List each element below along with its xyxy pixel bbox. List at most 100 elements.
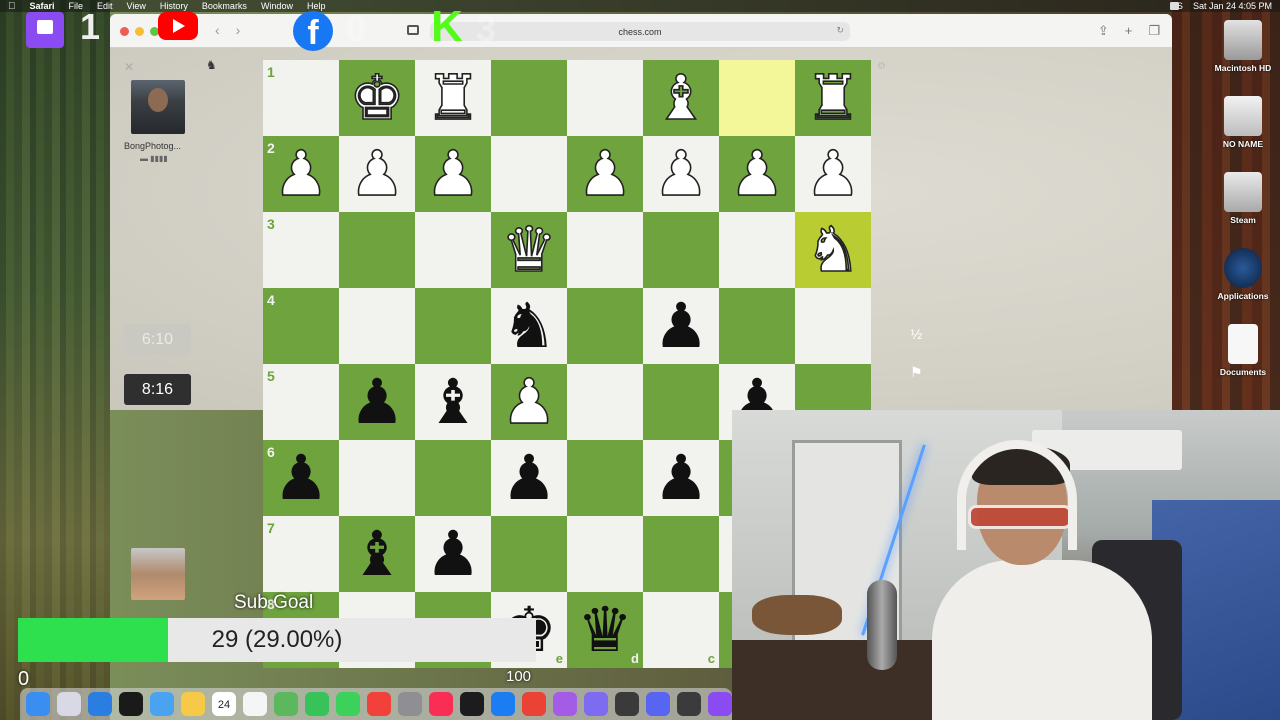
player-avatar[interactable]	[131, 548, 185, 600]
launchpad-icon[interactable]	[57, 692, 81, 716]
square-r2c2[interactable]: ♟	[339, 136, 415, 212]
square-r4c7[interactable]	[719, 288, 795, 364]
white-queen-icon[interactable]: ♛	[500, 218, 557, 282]
square-r4c5[interactable]	[567, 288, 643, 364]
resign-flag-icon[interactable]: ⚑	[910, 364, 923, 381]
tab-overview-icon[interactable]	[407, 25, 419, 35]
close-icon[interactable]: ✕	[124, 60, 134, 74]
photos-icon[interactable]	[181, 692, 205, 716]
opponent-name[interactable]: BongPhotog...	[124, 141, 181, 151]
black-knight-icon[interactable]: ♞	[501, 295, 557, 357]
desktop-icon-no-name[interactable]: NO NAME	[1212, 96, 1274, 149]
square-r7c2[interactable]: ♝	[339, 516, 415, 592]
minimize-window-button[interactable]	[135, 27, 144, 36]
menu-bookmarks[interactable]: Bookmarks	[202, 1, 247, 11]
facetime-icon[interactable]	[305, 692, 329, 716]
black-pawn-icon[interactable]: ♟	[501, 447, 557, 509]
apple-icon[interactable]: 	[8, 1, 16, 12]
black-bishop-icon[interactable]: ♝	[425, 371, 481, 433]
square-r3c1[interactable]: 3	[263, 212, 339, 288]
white-pawn-icon[interactable]: ♟	[576, 142, 633, 206]
desktop-icon-documents[interactable]: Documents	[1212, 324, 1274, 377]
menubar-clock[interactable]: Sat Jan 24 4:05 PM	[1193, 1, 1272, 11]
feedback-icon[interactable]	[584, 692, 608, 716]
settings-icon[interactable]: ⚙	[877, 61, 886, 72]
black-pawn-icon[interactable]: ♟	[425, 523, 481, 585]
chatgpt-icon[interactable]	[119, 692, 143, 716]
desktop-icon-steam[interactable]: Steam	[1212, 172, 1274, 225]
white-rook-icon[interactable]: ♜	[804, 66, 861, 130]
square-r7c3[interactable]: ♟	[415, 516, 491, 592]
square-r1c1[interactable]: 1	[263, 60, 339, 136]
finalcut-icon[interactable]	[615, 692, 639, 716]
messages-icon[interactable]	[336, 692, 360, 716]
desktop-icon-applications[interactable]: Applications	[1212, 248, 1274, 301]
square-r7c4[interactable]	[491, 516, 567, 592]
black-pawn-icon[interactable]: ♟	[349, 371, 405, 433]
white-pawn-icon[interactable]: ♟	[652, 142, 709, 206]
square-r1c7[interactable]	[719, 60, 795, 136]
tabs-icon[interactable]: ❐	[1148, 23, 1160, 39]
square-r2c6[interactable]: ♟	[643, 136, 719, 212]
square-r8c6[interactable]: c	[643, 592, 719, 668]
finder-icon[interactable]	[26, 692, 50, 716]
square-r3c6[interactable]	[643, 212, 719, 288]
appstore-icon[interactable]	[491, 692, 515, 716]
square-r3c3[interactable]	[415, 212, 491, 288]
square-r7c5[interactable]	[567, 516, 643, 592]
square-r5c2[interactable]: ♟	[339, 364, 415, 440]
news-icon[interactable]	[367, 692, 391, 716]
square-r2c8[interactable]: ♟	[795, 136, 871, 212]
square-r8c5[interactable]: d ♛	[567, 592, 643, 668]
square-r2c1[interactable]: 2 ♟	[263, 136, 339, 212]
square-r6c1[interactable]: 6 ♟	[263, 440, 339, 516]
square-r7c1[interactable]: 7	[263, 516, 339, 592]
square-r4c2[interactable]	[339, 288, 415, 364]
square-r4c1[interactable]: 4	[263, 288, 339, 364]
square-r5c1[interactable]: 5	[263, 364, 339, 440]
podcasts-icon[interactable]	[553, 692, 577, 716]
square-r3c2[interactable]	[339, 212, 415, 288]
square-r6c2[interactable]	[339, 440, 415, 516]
square-r6c4[interactable]: ♟	[491, 440, 567, 516]
white-rook-icon[interactable]: ♜	[424, 66, 481, 130]
settings-icon[interactable]	[398, 692, 422, 716]
black-pawn-icon[interactable]: ♟	[273, 447, 329, 509]
opponent-avatar[interactable]	[131, 80, 185, 134]
menu-history[interactable]: History	[160, 1, 188, 11]
black-queen-icon[interactable]: ♛	[577, 599, 633, 661]
black-pawn-icon[interactable]: ♟	[653, 447, 709, 509]
square-r2c5[interactable]: ♟	[567, 136, 643, 212]
desktop-icon-macintosh-hd[interactable]: Macintosh HD	[1212, 20, 1274, 73]
white-knight-icon[interactable]: ♞	[804, 218, 861, 282]
search-icon[interactable]	[1170, 2, 1180, 10]
square-r7c6[interactable]	[643, 516, 719, 592]
square-r1c4[interactable]	[491, 60, 567, 136]
menu-app-name[interactable]: Safari	[30, 1, 55, 11]
menu-help[interactable]: Help	[307, 1, 326, 11]
white-bishop-icon[interactable]: ♝	[652, 66, 709, 130]
square-r2c3[interactable]: ♟	[415, 136, 491, 212]
square-r3c8[interactable]: ♞	[795, 212, 871, 288]
white-pawn-icon[interactable]: ♟	[804, 142, 861, 206]
draw-offer-button[interactable]: ½	[910, 326, 922, 342]
white-pawn-icon[interactable]: ♟	[500, 370, 557, 434]
music-icon[interactable]	[429, 692, 453, 716]
square-r5c3[interactable]: ♝	[415, 364, 491, 440]
menu-window[interactable]: Window	[261, 1, 293, 11]
square-r3c4[interactable]: ♛	[491, 212, 567, 288]
mail-icon[interactable]	[150, 692, 174, 716]
white-pawn-icon[interactable]: ♟	[424, 142, 481, 206]
share-icon[interactable]: ⇪	[1098, 23, 1109, 39]
square-r6c5[interactable]	[567, 440, 643, 516]
square-r2c4[interactable]	[491, 136, 567, 212]
square-r4c3[interactable]	[415, 288, 491, 364]
square-r1c8[interactable]: ♜	[795, 60, 871, 136]
forward-icon[interactable]: ›	[236, 22, 241, 38]
square-r5c4[interactable]: ♟	[491, 364, 567, 440]
white-king-icon[interactable]: ♚	[348, 66, 405, 130]
black-bishop-icon[interactable]: ♝	[349, 523, 405, 585]
square-r1c3[interactable]: ♜	[415, 60, 491, 136]
square-r6c3[interactable]	[415, 440, 491, 516]
white-pawn-icon[interactable]: ♟	[348, 142, 405, 206]
